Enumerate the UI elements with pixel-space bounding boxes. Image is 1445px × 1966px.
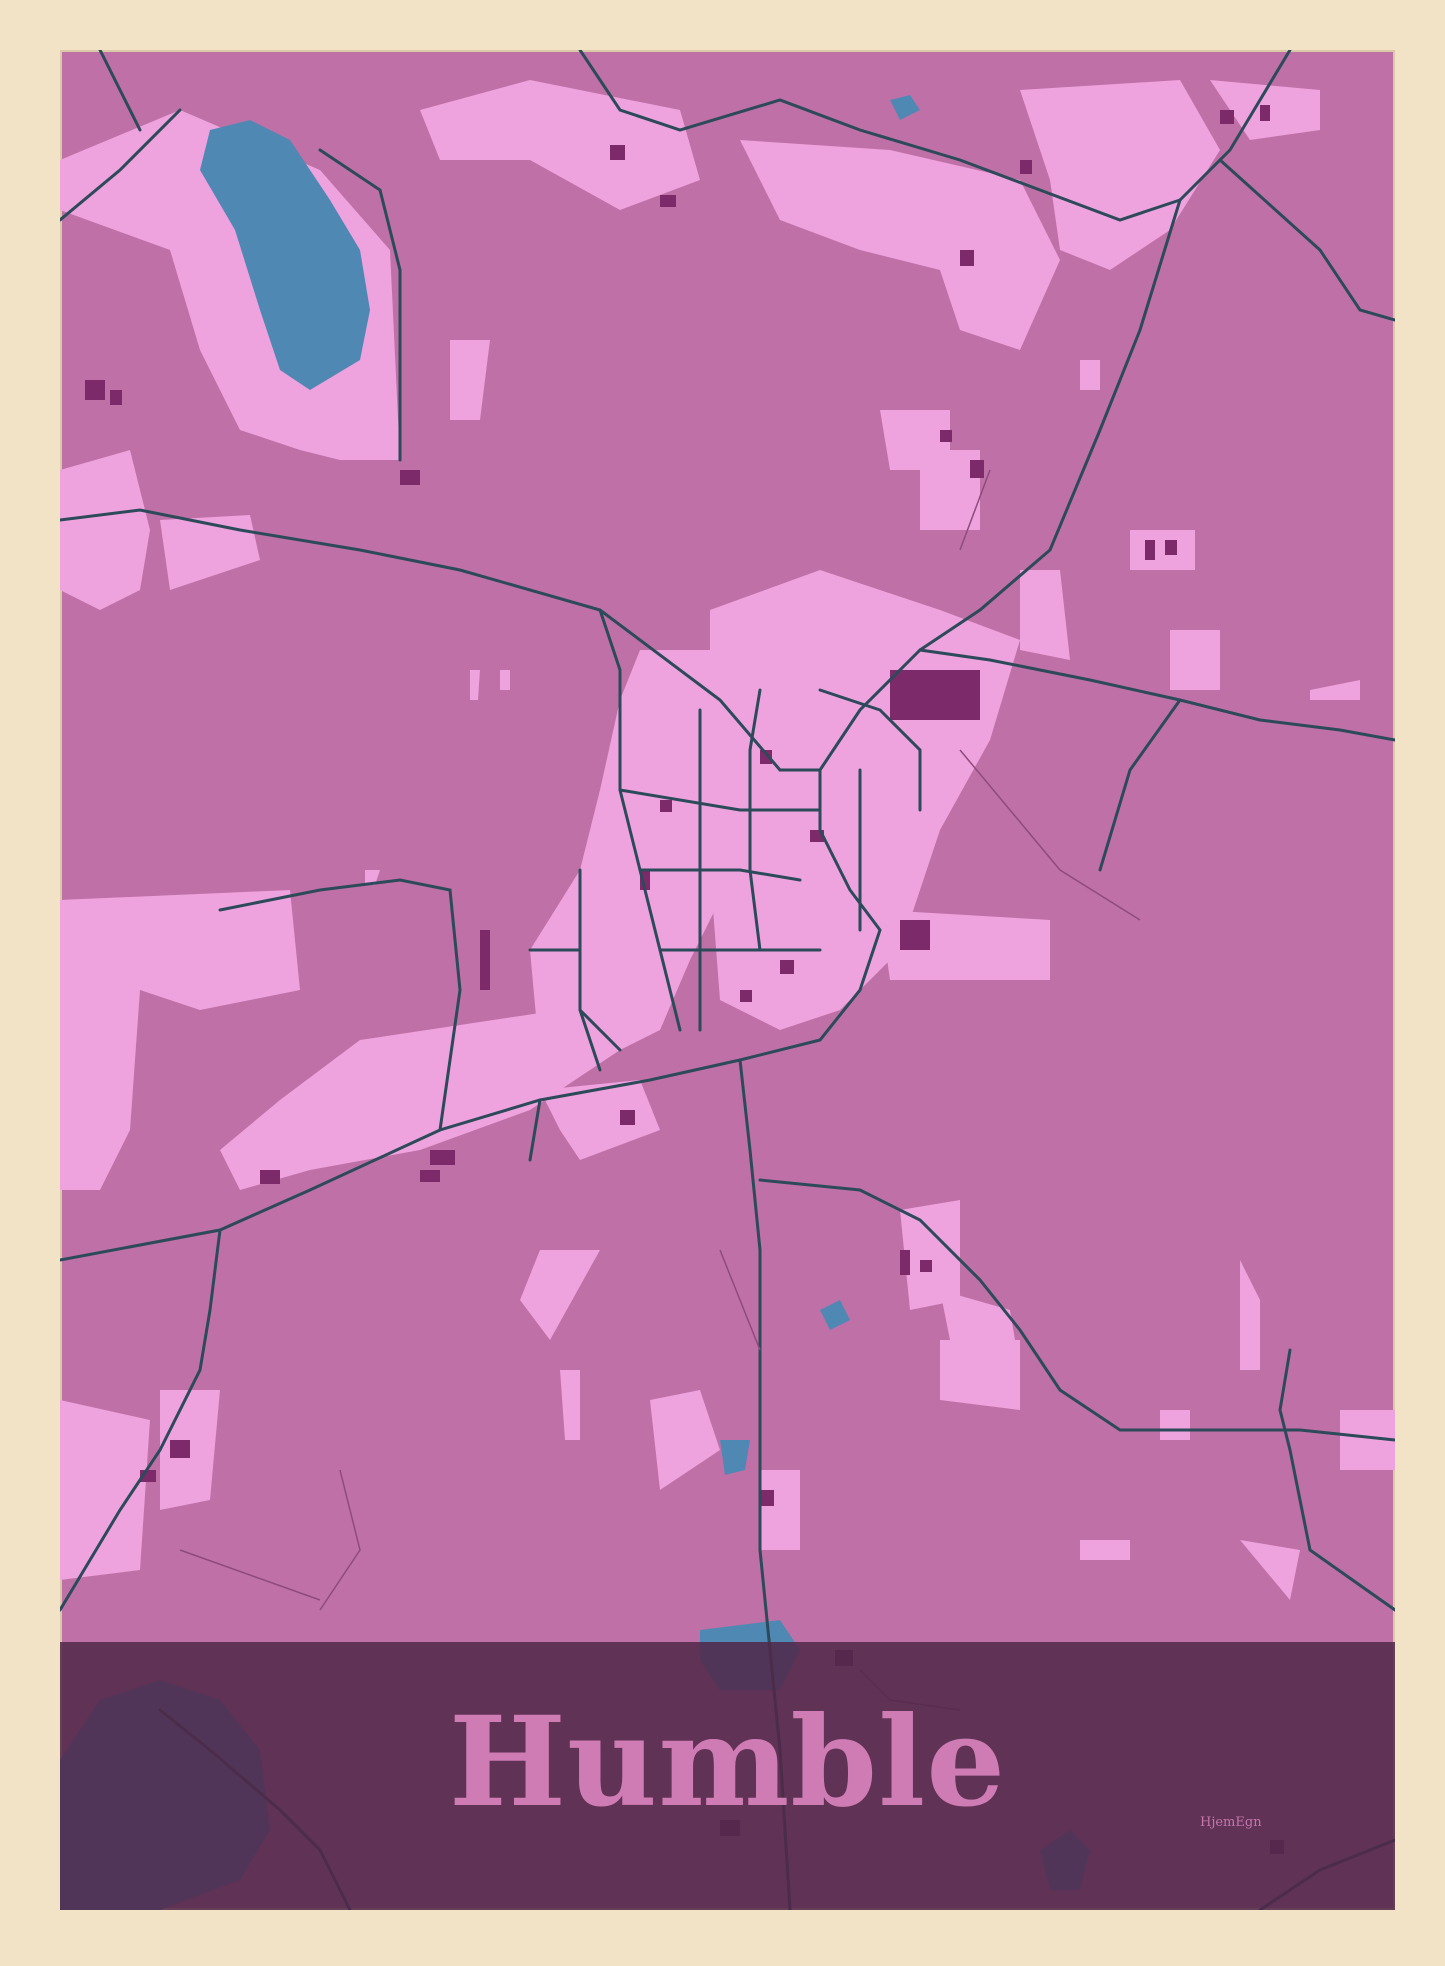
pond [720, 1440, 750, 1475]
brand-logo: HjemEgn [1200, 1815, 1262, 1830]
wooden-frame: Humble HjemEgn [0, 0, 1445, 1966]
map-canvas [60, 50, 1395, 1910]
map-title: Humble [448, 1690, 1007, 1835]
pond [890, 95, 920, 120]
pond [820, 1300, 850, 1330]
map-poster: Humble HjemEgn [60, 50, 1395, 1910]
